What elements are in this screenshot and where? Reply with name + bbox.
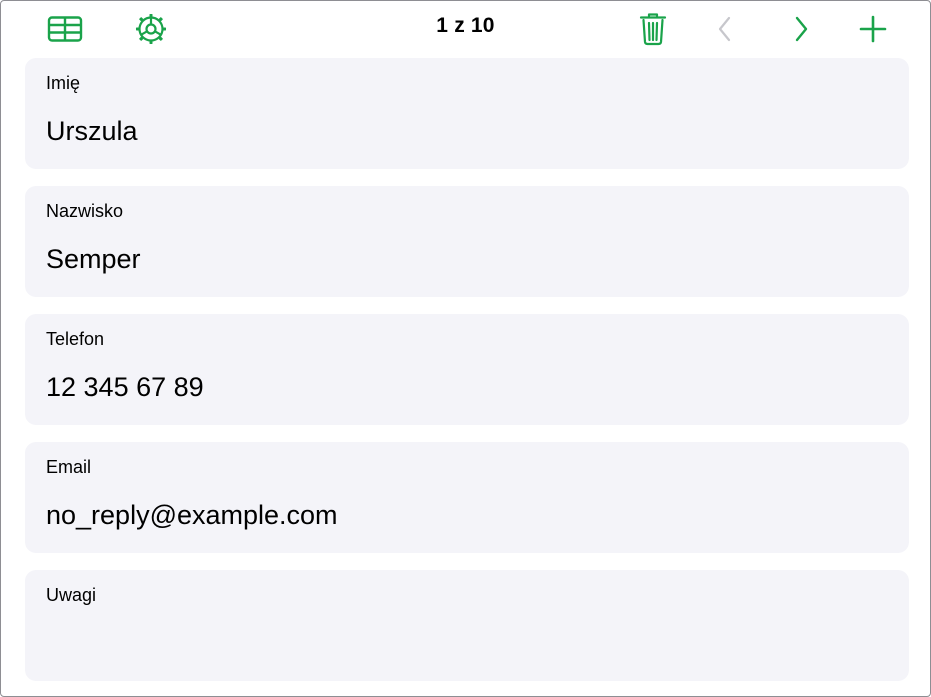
delete-button[interactable]: [633, 9, 673, 49]
field-label: Uwagi: [46, 585, 97, 605]
field-label: Imię: [46, 73, 81, 93]
chevron-right-icon: [795, 16, 808, 42]
field-label: Telefon: [46, 329, 105, 349]
first-name-field[interactable]: Urszula: [46, 115, 886, 147]
last-name-field[interactable]: Semper: [46, 243, 886, 275]
previous-record-button[interactable]: [705, 9, 745, 49]
chevron-left-icon: [718, 16, 731, 42]
add-record-button[interactable]: [853, 9, 893, 49]
field-card-last-name[interactable]: Nazwisko Semper: [25, 186, 909, 297]
field-card-notes[interactable]: Uwagi: [25, 570, 909, 681]
field-label: Email: [46, 457, 92, 477]
form-window: 1 z 10 Imię Urszula Nazwisko Semper Tele…: [0, 0, 931, 697]
field-label: Nazwisko: [46, 201, 124, 221]
toolbar: 1 z 10: [1, 1, 930, 57]
field-card-first-name[interactable]: Imię Urszula: [25, 58, 909, 169]
next-record-button[interactable]: [781, 9, 821, 49]
trash-icon: [639, 13, 667, 46]
phone-field[interactable]: 12 345 67 89: [46, 371, 886, 403]
email-field[interactable]: no_reply@example.com: [46, 499, 886, 531]
notes-field[interactable]: [46, 627, 886, 667]
field-card-phone[interactable]: Telefon 12 345 67 89: [25, 314, 909, 425]
plus-icon: [859, 15, 887, 43]
field-card-email[interactable]: Email no_reply@example.com: [25, 442, 909, 553]
